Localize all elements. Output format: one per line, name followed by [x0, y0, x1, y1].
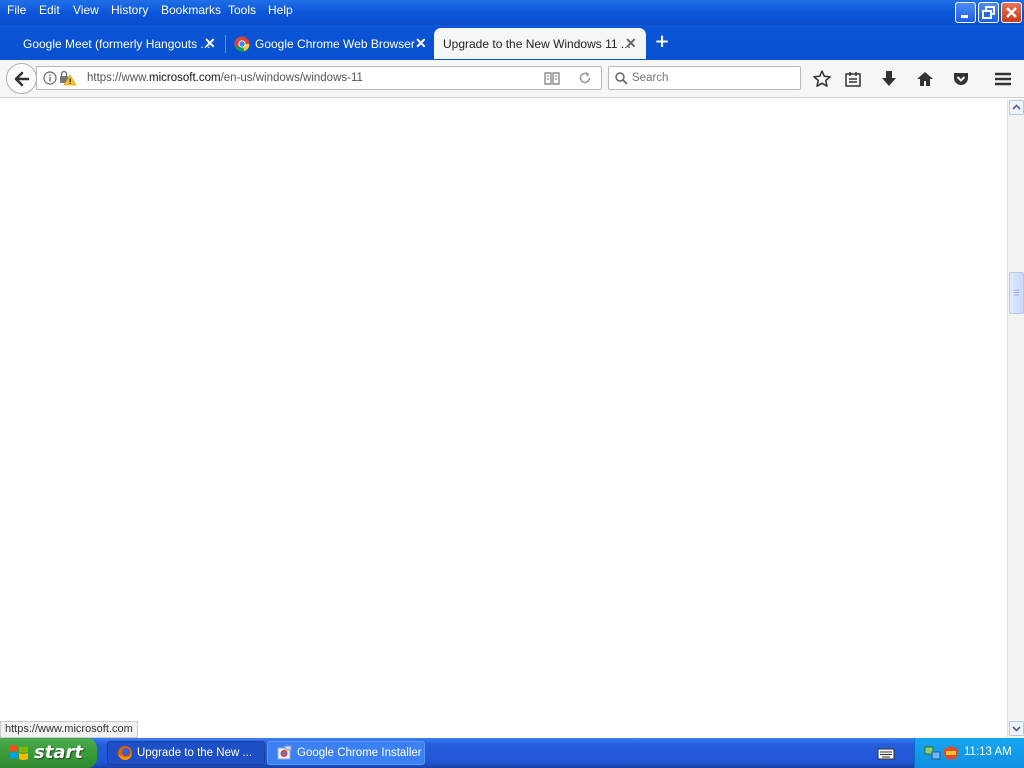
taskbar: start Upgrade to the New ... Google Chro…	[0, 738, 1024, 768]
tab-label: Google Chrome Web Browser	[255, 37, 415, 51]
tab-close-icon[interactable]: ✕	[415, 35, 427, 52]
reader-view-icon[interactable]	[544, 72, 560, 85]
chevron-down-icon	[1012, 726, 1021, 732]
keyboard-icon[interactable]	[877, 747, 895, 760]
reload-icon[interactable]	[578, 71, 592, 85]
pocket-icon[interactable]	[951, 69, 971, 89]
firefox-icon	[118, 746, 132, 760]
url-path: /en-us/windows/windows-11	[220, 72, 363, 84]
page-content[interactable]	[0, 99, 1007, 738]
grip-icon	[1014, 289, 1019, 296]
installer-icon	[277, 745, 292, 760]
back-arrow-icon	[14, 71, 30, 87]
menu-bar: File Edit View History Bookmarks Tools H…	[0, 0, 1024, 25]
restore-button[interactable]	[978, 2, 999, 23]
search-input[interactable]: Search	[608, 66, 801, 90]
minimize-icon	[961, 15, 968, 18]
url-bar[interactable]: https://www.microsoft.com/en-us/windows/…	[36, 66, 602, 90]
restore-icon	[982, 6, 995, 19]
home-icon[interactable]	[915, 69, 935, 89]
bookmark-star-icon[interactable]	[812, 69, 832, 89]
taskbar-item-firefox[interactable]: Upgrade to the New ...	[107, 741, 265, 765]
security-shield-icon[interactable]	[942, 745, 960, 761]
scroll-thumb[interactable]	[1009, 272, 1024, 314]
url-text: https://www.microsoft.com/en-us/windows/…	[87, 72, 363, 84]
taskbar-item-chrome-installer[interactable]: Google Chrome Installer	[267, 741, 425, 765]
minimize-button[interactable]	[955, 2, 976, 23]
menu-view[interactable]: View	[73, 3, 99, 17]
start-label: start	[34, 742, 83, 763]
close-icon	[1006, 7, 1017, 18]
taskbar-item-label: Upgrade to the New ...	[137, 747, 253, 759]
menu-help[interactable]: Help	[268, 3, 293, 17]
status-link-preview: https://www.microsoft.com	[0, 721, 138, 738]
menu-file[interactable]: File	[7, 3, 26, 17]
chevron-up-icon	[1012, 104, 1021, 110]
new-tab-button[interactable]: +	[652, 30, 672, 54]
close-window-button[interactable]	[1001, 2, 1022, 23]
menu-bookmarks[interactable]: Bookmarks	[161, 3, 221, 17]
scroll-down-button[interactable]	[1009, 721, 1024, 736]
bookmarks-list-icon[interactable]	[843, 69, 863, 89]
tab-label: Google Meet (formerly Hangouts ...	[23, 37, 211, 51]
info-icon[interactable]	[43, 71, 57, 85]
url-domain: microsoft.com	[149, 72, 221, 84]
network-icon[interactable]	[924, 745, 942, 761]
hamburger-menu-icon[interactable]	[993, 69, 1013, 89]
search-icon	[615, 72, 628, 85]
download-icon[interactable]	[879, 69, 899, 89]
windows-logo-icon	[10, 745, 28, 760]
scroll-up-button[interactable]	[1009, 100, 1024, 115]
navigation-toolbar: https://www.microsoft.com/en-us/windows/…	[0, 60, 1024, 98]
tab-close-icon[interactable]: ✕	[204, 35, 216, 52]
taskbar-item-label: Google Chrome Installer	[297, 747, 422, 759]
clock: 11:13 AM	[964, 746, 1012, 758]
vertical-scrollbar[interactable]	[1007, 99, 1024, 738]
menu-history[interactable]: History	[111, 3, 148, 17]
tab-google-meet[interactable]: Google Meet (formerly Hangouts ... ✕	[10, 28, 225, 59]
back-button[interactable]	[6, 63, 37, 94]
tab-upgrade-windows-11[interactable]: Upgrade to the New Windows 11 ... ✕	[434, 28, 646, 59]
tab-label: Upgrade to the New Windows 11 ...	[443, 37, 631, 51]
menu-tools[interactable]: Tools	[228, 3, 256, 17]
chrome-icon	[234, 36, 250, 52]
menu-edit[interactable]: Edit	[39, 3, 60, 17]
tab-close-icon[interactable]: ✕	[625, 35, 637, 52]
search-placeholder: Search	[632, 72, 669, 84]
start-button[interactable]: start	[0, 738, 97, 768]
plus-icon: +	[654, 31, 670, 52]
url-prefix: https://www.	[87, 72, 149, 84]
tab-strip: Google Meet (formerly Hangouts ... ✕ Goo…	[0, 25, 1024, 60]
tab-google-chrome[interactable]: Google Chrome Web Browser ✕	[226, 28, 434, 59]
lock-warning-icon[interactable]	[59, 70, 77, 86]
